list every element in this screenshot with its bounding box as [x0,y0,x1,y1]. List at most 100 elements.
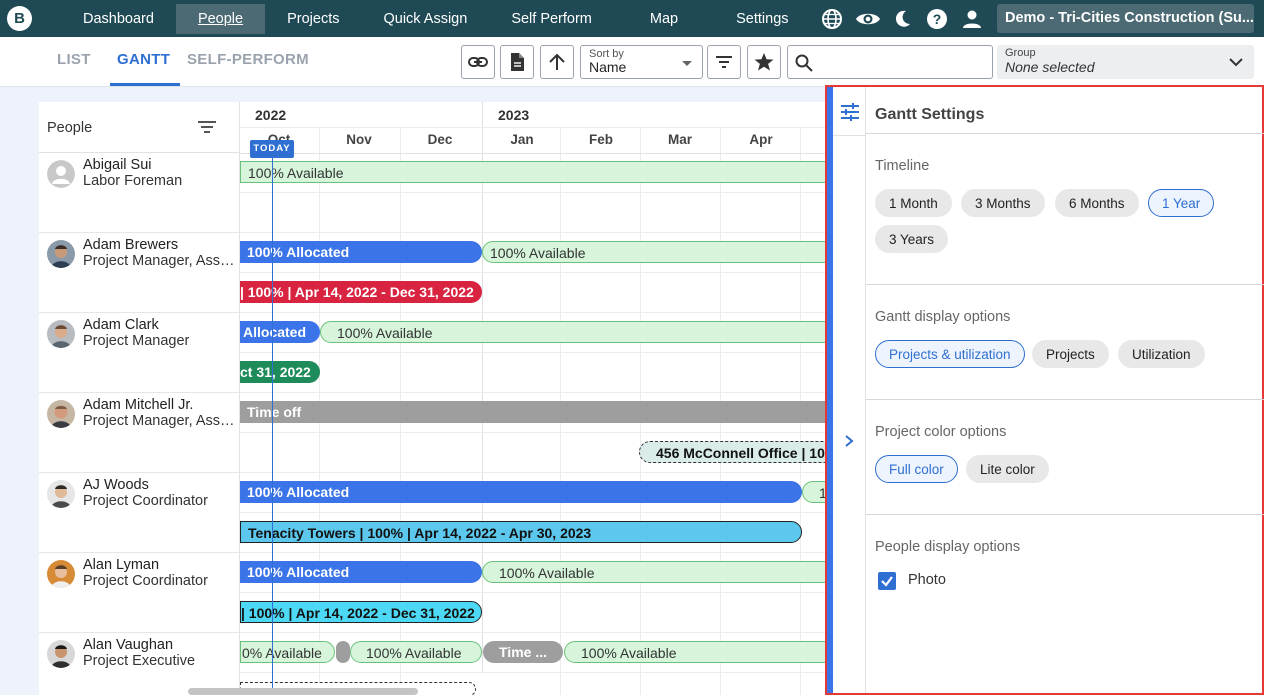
user-account-icon[interactable] [960,7,984,31]
color-options-label: Project color options [875,424,1007,440]
chip-1-year[interactable]: 1 Year [1148,189,1215,217]
row-divider [240,272,827,273]
allocation-bar[interactable]: 100% Allocated [240,561,482,583]
tab-list[interactable]: LIST [57,51,91,68]
avatar-placeholder [47,160,75,188]
time-off-bar[interactable]: Time off [240,401,827,423]
help-icon[interactable]: ? [925,7,949,31]
people-column-header: People [39,102,239,153]
sort-direction-button[interactable] [540,45,574,79]
person-row[interactable]: Adam Brewers Project Manager, Assi... [39,233,239,313]
header-divider [240,153,827,154]
globe-icon[interactable] [820,7,844,31]
person-row[interactable]: AJ Woods Project Coordinator [39,473,239,553]
project-bar[interactable]: ct 31, 2022 [240,361,320,383]
time-off-bar[interactable] [336,641,350,663]
chip-3-months[interactable]: 3 Months [961,189,1045,217]
chip-projects-utilization[interactable]: Projects & utilization [875,340,1025,368]
sort-by-select[interactable]: Sort by Name [580,45,703,79]
favorites-button[interactable] [747,45,781,79]
person-row[interactable]: Adam Clark Project Manager [39,313,239,393]
availability-bar[interactable]: 100% Available [482,241,827,263]
allocation-bar[interactable]: 100% Allocated [240,481,802,503]
checkmark-icon [881,576,893,587]
project-bar[interactable]: 456 McConnell Office | 100 [639,441,827,463]
project-bar[interactable]: Tenacity Towers | 100% | Apr 14, 2022 - … [240,521,802,543]
export-button[interactable] [500,45,534,79]
group-select[interactable]: Group None selected [997,45,1254,79]
person-role: Project Manager, Assi... [83,413,235,429]
app-logo[interactable]: B [7,6,32,31]
link-icon [468,57,488,67]
time-off-bar[interactable]: Time ... [483,641,563,663]
eye-icon[interactable] [855,7,881,31]
project-bar[interactable]: | 100% | Apr 14, 2022 - Dec 31, 2022 [240,601,482,623]
availability-bar[interactable]: 0% Available [240,641,335,663]
project-bar[interactable]: | 100% | Apr 14, 2022 - Dec 31, 2022 [240,281,482,303]
availability-bar[interactable]: 100% Available [320,321,827,343]
icon-column-divider [833,135,866,136]
chip-full-color[interactable]: Full color [875,455,958,483]
tab-self-perform[interactable]: SELF-PERFORM [187,51,309,68]
month-label: Feb [588,132,614,147]
arrow-up-icon [549,53,565,70]
person-role: Project Executive [83,653,196,669]
person-row[interactable]: Abigail Sui Labor Foreman [39,153,239,233]
chip-1-month[interactable]: 1 Month [875,189,952,217]
chevron-right-icon[interactable] [842,433,856,449]
nav-map[interactable]: Map [614,4,714,34]
row-divider [240,392,827,393]
nav-quick-assign[interactable]: Quick Assign [361,4,489,34]
search-input[interactable] [818,50,988,74]
avatar-photo [47,240,75,268]
row-divider [240,512,827,513]
tab-gantt[interactable]: GANTT [117,51,170,68]
copy-link-button[interactable] [461,45,495,79]
nav-links: Dashboard People Projects Quick Assign S… [61,0,811,37]
dark-mode-icon[interactable] [892,7,914,31]
person-row[interactable]: Alan Lyman Project Coordinator [39,553,239,633]
nav-dashboard[interactable]: Dashboard [61,4,176,34]
search-field[interactable] [787,45,993,79]
availability-bar[interactable]: 100% Available [240,161,827,183]
nav-people[interactable]: People [175,3,266,34]
chip-3-years[interactable]: 3 Years [875,225,949,253]
sort-list-icon[interactable] [197,119,217,135]
person-role: Project Coordinator [83,573,208,589]
chip-lite-color[interactable]: Lite color [966,455,1049,483]
allocation-bar[interactable]: Allocated [240,321,320,343]
person-row[interactable]: Alan Vaughan Project Executive [39,633,239,695]
chip-utilization[interactable]: Utilization [1118,340,1205,368]
people-column: People Abigail Sui Labor Foreman Adam Br… [39,102,240,695]
person-role: Project Manager [83,333,190,349]
nav-settings[interactable]: Settings [714,4,810,34]
gantt-chart: 2022 2023 Oct Nov Dec Jan Feb Mar Apr 10… [240,102,827,695]
nav-projects[interactable]: Projects [265,4,361,34]
person-row[interactable]: Adam Mitchell Jr. Project Manager, Assi.… [39,393,239,473]
availability-bar[interactable]: 100% Available [482,561,827,583]
availability-bar[interactable]: 100% Available [350,641,482,663]
row-divider [240,472,827,473]
availability-bar[interactable]: 100% Available [564,641,827,663]
filter-button[interactable] [707,45,741,79]
filter-icon [716,56,732,68]
row-divider [240,192,827,193]
star-icon [754,53,774,71]
avatar-photo [47,400,75,428]
chip-projects[interactable]: Projects [1032,340,1109,368]
group-value: None selected [1005,59,1095,75]
view-toolbar: LIST GANTT SELF-PERFORM Sort by Name Gro… [0,37,1264,87]
horizontal-scrollbar[interactable] [188,688,418,695]
sort-by-value: Name [589,59,627,75]
year-label: 2022 [255,107,287,123]
photo-checkbox[interactable] [878,572,896,590]
allocation-bar[interactable]: 100% Allocated [240,241,482,263]
chip-6-months[interactable]: 6 Months [1055,189,1139,217]
tune-settings-icon[interactable] [840,102,860,122]
divider [866,514,1264,515]
month-label: Nov [346,132,372,147]
availability-bar[interactable]: 1 [802,481,827,503]
nav-self-perform[interactable]: Self Perform [489,4,614,34]
company-selector[interactable]: Demo - Tri-Cities Construction (Su... [997,4,1254,33]
group-label: Group [1005,47,1036,59]
